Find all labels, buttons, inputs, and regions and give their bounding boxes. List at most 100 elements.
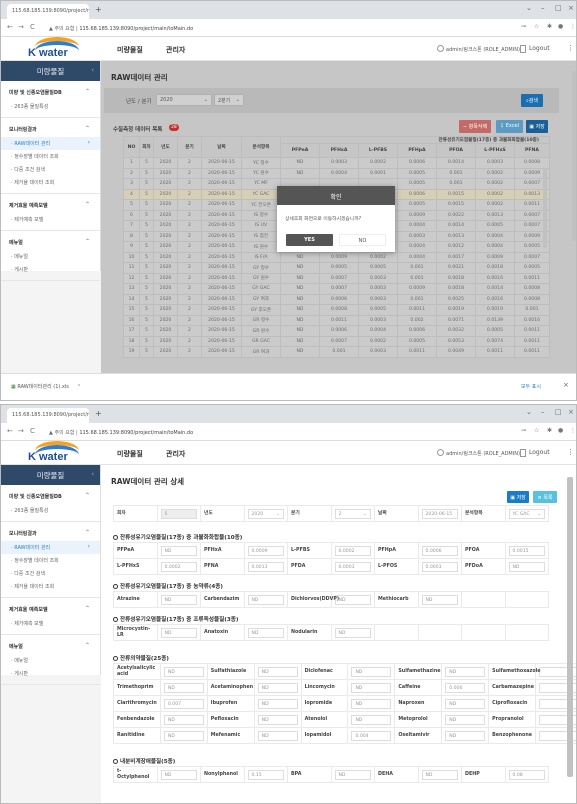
reload-icon[interactable]: C bbox=[30, 23, 35, 31]
save-button[interactable]: ▣ 저장 bbox=[526, 120, 548, 133]
table-row[interactable]: 12 5 2020 2 2020-06-15 GY 원수 ND 0.0007 0.0003 0.0… bbox=[123, 272, 551, 284]
sidebar-group-header[interactable]: 제거효율 예측모델 ⌃ bbox=[1, 602, 100, 617]
substance-value-input[interactable]: ND bbox=[445, 698, 486, 709]
key-icon[interactable]: ⊸ bbox=[521, 427, 526, 434]
meta-year-select[interactable]: 2020 ⌄ bbox=[247, 508, 284, 519]
column-header[interactable]: PFHpA bbox=[397, 143, 437, 158]
logout-button[interactable]: Logout bbox=[529, 45, 550, 52]
sidebar-item[interactable]: · 메뉴얼 bbox=[1, 250, 100, 263]
column-header[interactable]: PFNA bbox=[513, 143, 551, 158]
substance-value-input[interactable]: 0.0003 bbox=[334, 561, 371, 572]
substance-value-input[interactable]: 0.0002 bbox=[334, 545, 371, 556]
profile-icon[interactable]: ● bbox=[558, 23, 563, 30]
substance-value-input[interactable]: ND bbox=[421, 769, 458, 780]
column-header[interactable]: 회차 bbox=[139, 136, 154, 158]
nav-admin[interactable]: 관리자 bbox=[166, 45, 185, 55]
save-button[interactable]: ▣ 저장 bbox=[507, 491, 529, 503]
close-download-bar-icon[interactable]: × bbox=[563, 381, 569, 389]
substance-value-input[interactable]: ND bbox=[334, 769, 371, 780]
nav-micro-substance[interactable]: 미량물질 bbox=[117, 45, 143, 55]
show-all-button[interactable]: 모두 표시 bbox=[521, 383, 541, 390]
new-tab-button[interactable]: + bbox=[95, 409, 102, 418]
substance-value-input[interactable]: ND bbox=[160, 627, 197, 638]
substance-value-input[interactable]: ND bbox=[160, 769, 197, 780]
back-icon[interactable]: ← bbox=[7, 23, 13, 31]
no-button[interactable]: NO bbox=[339, 234, 386, 246]
forward-icon[interactable]: → bbox=[18, 23, 24, 31]
minimize-icon[interactable]: – bbox=[541, 408, 545, 416]
table-row[interactable]: 11 5 2020 2 2020-06-15 GY 정수 ND 0.0005 0.0005 0.0… bbox=[123, 262, 551, 274]
substance-value-input[interactable]: 0.007 bbox=[163, 698, 204, 709]
header-menu-icon[interactable]: ⋮ bbox=[567, 44, 574, 52]
sidebar-item[interactable]: · RAW데이터 관리 › bbox=[1, 137, 100, 150]
tab-search-icon[interactable]: ⌄ bbox=[526, 408, 532, 416]
key-icon[interactable]: ⊸ bbox=[521, 23, 526, 30]
substance-value-input[interactable]: ND bbox=[508, 561, 545, 572]
column-header[interactable]: PFPeA bbox=[280, 143, 320, 158]
substance-value-input[interactable]: 0.0015 bbox=[508, 545, 545, 556]
column-header[interactable]: 분기 bbox=[177, 136, 202, 158]
sidebar-item[interactable]: · 게시판 bbox=[1, 667, 100, 680]
search-button[interactable]: ⌕검색 bbox=[521, 94, 543, 107]
bookmark-icon[interactable]: ☆ bbox=[534, 427, 539, 434]
substance-value-input[interactable]: 0.0009 bbox=[247, 545, 284, 556]
column-header[interactable]: L-PFHxS bbox=[475, 143, 515, 158]
sidebar-group-header[interactable]: 미량 및 신종오염물질DB ⌃ bbox=[1, 85, 100, 100]
substance-value-input[interactable]: ND bbox=[247, 594, 284, 605]
kwater-logo[interactable]: K water bbox=[23, 35, 83, 61]
meta-round-field[interactable]: 5 bbox=[160, 508, 197, 519]
sidebar-item[interactable]: · 정수장별 데이터 조회 bbox=[1, 150, 100, 163]
url-field[interactable]: ▲ 주의 요함 | 115.68.185.139:8090/project/ma… bbox=[45, 22, 465, 34]
extensions-icon[interactable]: ✱ bbox=[547, 427, 552, 434]
substance-value-input[interactable]: ND bbox=[334, 627, 371, 638]
table-row[interactable]: 16 5 2020 2 2020-06-15 GR 정수 ND 0.0011 0.0003 0.0… bbox=[123, 314, 551, 326]
column-header[interactable]: L-PFBS bbox=[358, 143, 398, 158]
substance-value-input[interactable]: ND bbox=[163, 666, 204, 677]
table-scrollbar[interactable] bbox=[543, 168, 547, 248]
sidebar-item[interactable]: · 263종 물질특성 bbox=[1, 504, 100, 517]
extensions-icon[interactable]: ✱ bbox=[547, 23, 552, 30]
table-row[interactable]: 10 5 2020 2 2020-06-15 IS F/A ND 0.0009 0.0002 0.… bbox=[123, 251, 551, 263]
substance-value-input[interactable]: ND bbox=[351, 698, 392, 709]
substance-value-input[interactable]: ND bbox=[163, 682, 204, 693]
browser-tab[interactable]: 115.68.185.139:8090/project/m... bbox=[7, 4, 89, 19]
table-row[interactable]: 14 5 2020 2 2020-06-15 GY 여과 ND 0.0006 0.0003 0.0… bbox=[123, 293, 551, 305]
table-row[interactable]: 18 5 2020 2 2020-06-15 GR GAC ND 0.0007 0.0002 0.… bbox=[123, 335, 551, 347]
quarter-select[interactable]: 2분기 ⌄ bbox=[214, 94, 244, 106]
substance-value-input[interactable]: ND bbox=[163, 730, 204, 741]
column-header[interactable]: PFOA bbox=[436, 143, 476, 158]
substance-value-input[interactable]: ND bbox=[257, 730, 298, 741]
back-icon[interactable]: ← bbox=[7, 427, 13, 435]
sidebar-item[interactable]: · 제거율 데이터 조회 bbox=[1, 176, 100, 189]
sidebar-item[interactable]: · RAW데이터 관리 › bbox=[1, 541, 100, 554]
browser-menu-icon[interactable]: ⋮ bbox=[570, 23, 576, 30]
browser-tab[interactable]: 115.68.185.139:8090/project/m... bbox=[7, 408, 89, 423]
close-window-icon[interactable]: × bbox=[568, 408, 574, 416]
table-row[interactable]: 13 5 2020 2 2020-06-15 GY GAC ND 0.0007 0.0003 0.… bbox=[123, 283, 551, 295]
download-item[interactable]: ▦ RAW데이터관리 (1).xls ⌃ bbox=[11, 383, 81, 390]
meta-date-field[interactable]: 2020-06-15 bbox=[421, 508, 458, 519]
collapse-sidebar-icon[interactable]: ‹ bbox=[91, 470, 94, 478]
substance-value-input[interactable]: 0.0013 bbox=[247, 561, 284, 572]
substance-value-input[interactable]: ND bbox=[257, 666, 298, 677]
browser-menu-icon[interactable]: ⋮ bbox=[570, 427, 576, 434]
page-scrollbar[interactable] bbox=[572, 71, 576, 241]
sidebar-item[interactable]: · 제거예측 모델 bbox=[1, 213, 100, 226]
meta-quarter-select[interactable]: 2 ⌄ bbox=[334, 508, 371, 519]
reload-icon[interactable]: C bbox=[30, 427, 35, 435]
forward-icon[interactable]: → bbox=[18, 427, 24, 435]
sidebar-item[interactable]: · 다중 조건 검색 bbox=[1, 567, 100, 580]
kwater-logo[interactable]: K water bbox=[23, 439, 83, 465]
substance-value-input[interactable]: ND bbox=[351, 666, 392, 677]
header-menu-icon[interactable]: ⋮ bbox=[567, 448, 574, 456]
sidebar-group-header[interactable]: 미량 및 신종오염물질DB ⌃ bbox=[1, 489, 100, 504]
sidebar-group-header[interactable]: 제거효율 예측모델 ⌃ bbox=[1, 198, 100, 213]
delete-button[interactable]: − 항목삭제 bbox=[459, 120, 491, 133]
table-row[interactable]: 19 5 2020 2 2020-06-15 GR 여과 ND 0.001 0.0003 0.00… bbox=[123, 346, 551, 358]
sidebar-item[interactable]: · 제거예측 모델 bbox=[1, 617, 100, 630]
sidebar-item[interactable]: · 게시판 bbox=[1, 263, 100, 276]
sidebar-group-header[interactable]: 모니터링결과 ⌃ bbox=[1, 526, 100, 541]
sidebar-group-header[interactable]: 메뉴얼 ⌃ bbox=[1, 235, 100, 250]
close-window-icon[interactable]: × bbox=[568, 4, 574, 12]
page-scrollbar[interactable] bbox=[567, 477, 573, 777]
